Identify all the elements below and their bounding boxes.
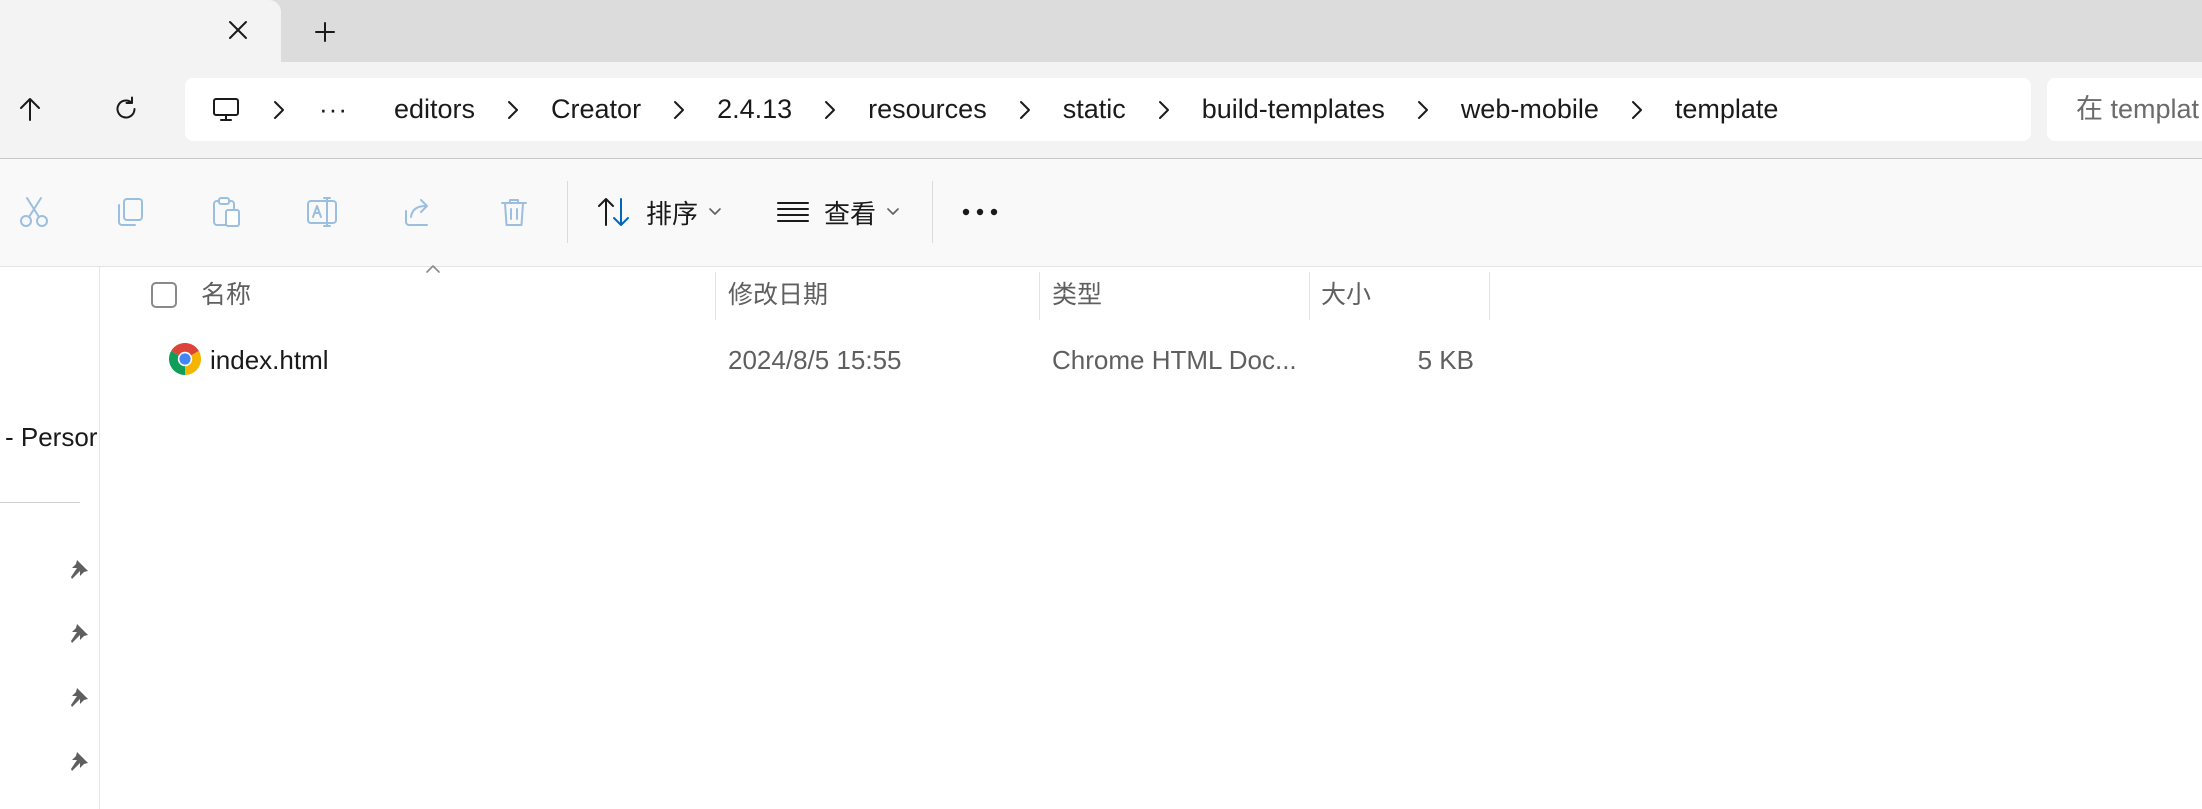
computer-icon[interactable]: [211, 95, 241, 125]
pin-icon[interactable]: [64, 618, 94, 648]
column-header-modified[interactable]: 修改日期: [728, 275, 828, 315]
plus-icon: [315, 22, 335, 42]
chevron-right-icon[interactable]: [669, 100, 689, 120]
sidebar-separator: [0, 502, 80, 503]
more-icon: [962, 208, 998, 216]
breadcrumb-item-resources[interactable]: resources: [864, 94, 991, 125]
column-divider[interactable]: [715, 272, 716, 320]
file-type: Chrome HTML Doc...: [1052, 345, 1297, 375]
share-button[interactable]: [396, 190, 440, 234]
rename-icon: [307, 197, 337, 227]
column-divider[interactable]: [1309, 272, 1310, 320]
column-header-size[interactable]: 大小: [1321, 275, 1371, 315]
chevron-right-icon[interactable]: [1413, 100, 1433, 120]
sort-ascending-indicator: [425, 264, 441, 274]
close-tab-button[interactable]: [220, 12, 256, 48]
copy-icon: [118, 198, 143, 226]
breadcrumb-item-web-mobile[interactable]: web-mobile: [1457, 94, 1603, 125]
chevron-right-icon[interactable]: [269, 100, 289, 120]
pin-icon[interactable]: [64, 554, 94, 584]
sort-icon: [598, 198, 629, 226]
breadcrumb-overflow[interactable]: ···: [313, 94, 354, 125]
view-button[interactable]: 查看: [776, 190, 900, 234]
cut-icon: [20, 197, 48, 227]
copy-button[interactable]: [108, 190, 152, 234]
chevron-right-icon[interactable]: [503, 100, 523, 120]
chevron-down-icon: [709, 208, 721, 215]
view-list-icon: [777, 202, 809, 222]
delete-icon: [501, 199, 527, 226]
rename-button[interactable]: [300, 190, 344, 234]
breadcrumb: ··· editors Creator 2.4.13 resources sta…: [185, 78, 1782, 141]
view-label: 查看: [824, 198, 877, 229]
chevron-right-icon[interactable]: [1154, 100, 1174, 120]
column-divider[interactable]: [1489, 272, 1490, 320]
pin-icon[interactable]: [64, 682, 94, 712]
up-button[interactable]: [4, 83, 56, 135]
chevron-right-icon[interactable]: [820, 100, 840, 120]
toolbar-divider: [932, 181, 933, 243]
sort-button[interactable]: 排序: [596, 190, 722, 234]
breadcrumb-item-template[interactable]: template: [1671, 94, 1783, 125]
chevron-right-icon[interactable]: [1015, 100, 1035, 120]
file-size: 5 KB: [1417, 345, 1474, 375]
chrome-icon: [169, 343, 201, 375]
breadcrumb-item-creator[interactable]: Creator: [547, 94, 645, 125]
chevron-down-icon: [887, 208, 899, 215]
toolbar-divider: [567, 181, 568, 243]
more-options-button[interactable]: [960, 190, 1000, 234]
breadcrumb-item-static[interactable]: static: [1059, 94, 1130, 125]
column-header-name[interactable]: 名称: [201, 275, 251, 315]
column-header-type[interactable]: 类型: [1052, 275, 1102, 315]
paste-icon: [213, 197, 240, 227]
delete-button[interactable]: [492, 190, 536, 234]
new-tab-button[interactable]: [305, 12, 345, 52]
breadcrumb-item-version[interactable]: 2.4.13: [713, 94, 796, 125]
breadcrumb-item-build-templates[interactable]: build-templates: [1198, 94, 1389, 125]
pin-icon[interactable]: [64, 746, 94, 776]
file-name[interactable]: index.html: [210, 340, 329, 380]
sidebar-item-onedrive[interactable]: - Persor: [5, 422, 97, 453]
close-icon: [229, 21, 247, 39]
file-modified: 2024/8/5 15:55: [728, 345, 902, 375]
paste-button[interactable]: [204, 190, 248, 234]
refresh-icon: [116, 96, 136, 119]
cut-button[interactable]: [12, 190, 56, 234]
refresh-button[interactable]: [100, 83, 152, 135]
search-placeholder[interactable]: 在 templat: [2076, 78, 2199, 141]
share-icon: [405, 199, 428, 226]
chevron-right-icon[interactable]: [1627, 100, 1647, 120]
breadcrumb-item-editors[interactable]: editors: [390, 94, 479, 125]
column-divider[interactable]: [1039, 272, 1040, 320]
arrow-up-icon: [20, 98, 40, 121]
sort-label: 排序: [646, 198, 699, 229]
select-all-checkbox[interactable]: [151, 282, 177, 308]
